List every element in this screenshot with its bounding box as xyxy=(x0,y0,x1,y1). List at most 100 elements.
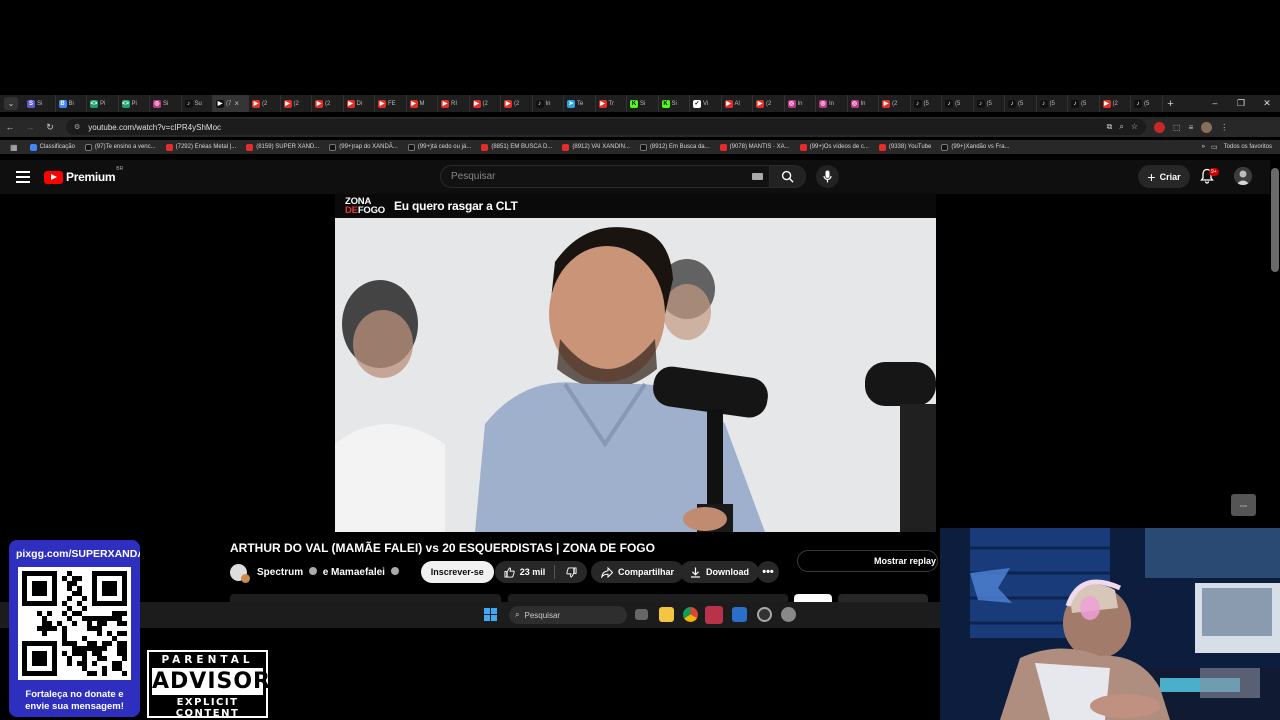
keyboard-icon[interactable] xyxy=(752,173,763,180)
browser-tab[interactable]: ♪ (5 xyxy=(1068,95,1100,112)
browser-tab[interactable]: B Bi xyxy=(56,95,87,112)
share-button[interactable]: Compartilhar xyxy=(591,561,685,583)
browser-tab[interactable]: ◎ In xyxy=(816,95,848,112)
bookmark-item[interactable]: (9078) MANTIS · XA... xyxy=(719,143,790,151)
browser-tab[interactable]: ▶ (2 xyxy=(501,95,533,112)
browser-tab[interactable]: ♪ (5 xyxy=(942,95,974,112)
browser-tab[interactable]: ✓ Vi xyxy=(690,95,722,112)
extensions-puzzle-icon[interactable]: ⬚ xyxy=(1173,123,1181,132)
create-button[interactable]: + Criar xyxy=(1138,165,1190,188)
tab-search-button[interactable]: ⌄ xyxy=(4,97,18,110)
bookmark-item[interactable]: (99+)Os vídeos de c... xyxy=(799,143,869,151)
browser-tab[interactable]: ◎ Si xyxy=(150,95,182,112)
browser-tab[interactable]: ♪ (5 xyxy=(911,95,942,112)
dislike-button[interactable] xyxy=(555,566,587,578)
video-player[interactable]: ZONA DEFOGO Eu quero rasgar a CLT xyxy=(335,194,936,532)
bookmark-item[interactable]: (8912) Em Busca da... xyxy=(639,143,710,151)
windows-start-icon[interactable] xyxy=(484,608,497,621)
browser-tab[interactable]: ▶ (7 × xyxy=(213,95,249,112)
bookmark-star-icon[interactable]: ☆ xyxy=(1131,122,1138,132)
show-chat-replay-button[interactable]: Mostrar replay do chat xyxy=(797,550,938,572)
browser-tab[interactable]: <> Pi xyxy=(119,95,150,112)
browser-tab[interactable]: ▶ (2 xyxy=(281,95,312,112)
browser-tab[interactable]: ♪ Su xyxy=(182,95,213,112)
download-button[interactable]: Download xyxy=(680,561,759,583)
bookmark-item[interactable]: (99+)Xandão vs Fra... xyxy=(941,143,1010,151)
voice-search-button[interactable] xyxy=(816,165,839,188)
account-avatar[interactable] xyxy=(1234,167,1252,185)
forward-button[interactable]: → xyxy=(20,122,40,132)
channel-avatar[interactable] xyxy=(230,563,250,583)
channel-name-1[interactable]: Spectrum xyxy=(257,567,303,578)
browser-tab[interactable]: ▶ (2 xyxy=(1100,95,1131,112)
chrome-menu-icon[interactable]: ⋮ xyxy=(1220,123,1228,132)
site-info-icon[interactable]: ⚙ xyxy=(74,123,80,131)
browser-tab[interactable]: ▶ FE xyxy=(375,95,407,112)
browser-tab[interactable]: K Si xyxy=(627,95,659,112)
apps-grid-icon[interactable]: ▦ xyxy=(10,143,18,152)
chrome-icon[interactable] xyxy=(683,607,698,622)
install-icon[interactable]: ⧉ xyxy=(1107,122,1113,132)
profile-avatar-icon[interactable] xyxy=(1201,121,1213,133)
browser-tab[interactable]: ▶ (2 xyxy=(312,95,344,112)
browser-tab[interactable]: ♪ (5 xyxy=(1005,95,1037,112)
browser-tab[interactable]: ♪ In xyxy=(533,95,564,112)
browser-tab[interactable]: ▶ (2 xyxy=(753,95,785,112)
filter-chip-next[interactable] xyxy=(838,594,928,602)
browser-tab[interactable]: ▶ Tr xyxy=(596,95,627,112)
browser-tab[interactable]: ◎ In xyxy=(785,95,816,112)
subscribe-button[interactable]: Inscrever-se xyxy=(420,561,494,583)
reload-button[interactable]: ↻ xyxy=(40,122,60,133)
browser-tab[interactable]: ♪ (5 xyxy=(1131,95,1163,112)
omnibox[interactable]: ⚙ youtube.com/watch?v=cIPR4yShMoc ⧉ ⌕ ☆ xyxy=(66,119,1146,135)
bookmark-item[interactable]: (99+)rap do XANDÃ... xyxy=(329,143,398,151)
search-button[interactable] xyxy=(770,165,806,188)
search-input[interactable] xyxy=(440,165,770,188)
browser-tab[interactable]: ▶ (2 xyxy=(249,95,281,112)
close-window-button[interactable]: ✕ xyxy=(1254,95,1280,112)
close-tab-icon[interactable]: × xyxy=(234,99,239,108)
bookmark-item[interactable]: (97)Te ensino a venc... xyxy=(84,143,156,151)
more-actions-button[interactable]: ••• xyxy=(757,561,779,583)
browser-tab[interactable]: ➤ Te xyxy=(564,95,596,112)
minimize-button[interactable]: – xyxy=(1202,95,1228,112)
maximize-button[interactable]: ❐ xyxy=(1228,95,1254,112)
bookmark-item[interactable]: (99+)tá cedo ou já... xyxy=(407,143,471,151)
overlay-thumbnail-button[interactable]: ▭▭ xyxy=(1231,494,1256,516)
zoom-icon[interactable]: ⌕ xyxy=(1119,122,1123,132)
extension-red-icon[interactable] xyxy=(1154,121,1165,133)
browser-tab[interactable]: ▶ Di xyxy=(344,95,375,112)
app-icon-record[interactable] xyxy=(757,607,772,622)
app-icon-blue[interactable] xyxy=(732,607,747,622)
browser-tab[interactable]: K Si xyxy=(659,95,690,112)
new-tab-button[interactable]: + xyxy=(1163,98,1179,110)
page-scrollbar[interactable] xyxy=(1271,168,1279,272)
bookmark-item[interactable]: (9338) YouTube xyxy=(878,143,931,151)
browser-tab[interactable]: ♪ (5 xyxy=(974,95,1005,112)
active-app-icon[interactable] xyxy=(705,606,723,624)
file-explorer-icon[interactable] xyxy=(659,607,674,622)
more-bookmarks-icon[interactable]: » xyxy=(1202,144,1205,150)
browser-tab[interactable]: ▶ (2 xyxy=(470,95,501,112)
browser-tab[interactable]: ♪ (5 xyxy=(1037,95,1068,112)
filter-chip-all[interactable] xyxy=(794,594,832,602)
settings-gear-icon[interactable] xyxy=(781,607,796,622)
bookmark-item[interactable]: (7292) Enéas Metal |... xyxy=(165,143,236,151)
like-button[interactable]: 23 mil xyxy=(495,565,555,579)
bookmark-item[interactable]: (8851) EM BUSCA D... xyxy=(481,143,552,151)
browser-tab[interactable]: ◎ In xyxy=(848,95,879,112)
taskbar-search[interactable]: ⌕ Pesquisar xyxy=(509,606,627,624)
channel-name-2[interactable]: Mamaefalei xyxy=(331,567,385,578)
browser-tab[interactable]: S Si xyxy=(24,95,56,112)
task-view-icon[interactable] xyxy=(635,609,648,620)
channel-names[interactable]: Spectrum e Mamaefalei xyxy=(257,567,402,578)
all-bookmarks-label[interactable]: Todos os favoritos xyxy=(1224,144,1272,150)
browser-tab[interactable]: <> Pi xyxy=(87,95,119,112)
browser-tab[interactable]: ▶ (2 xyxy=(879,95,911,112)
browser-tab[interactable]: ▶ Al xyxy=(722,95,753,112)
browser-tab[interactable]: ▶ M xyxy=(407,95,438,112)
browser-tab[interactable]: ▶ RI xyxy=(438,95,470,112)
hamburger-menu-icon[interactable] xyxy=(16,171,30,183)
bookmark-item[interactable]: (8159) SUPER XAND... xyxy=(246,143,319,151)
back-button[interactable]: ← xyxy=(0,122,20,132)
